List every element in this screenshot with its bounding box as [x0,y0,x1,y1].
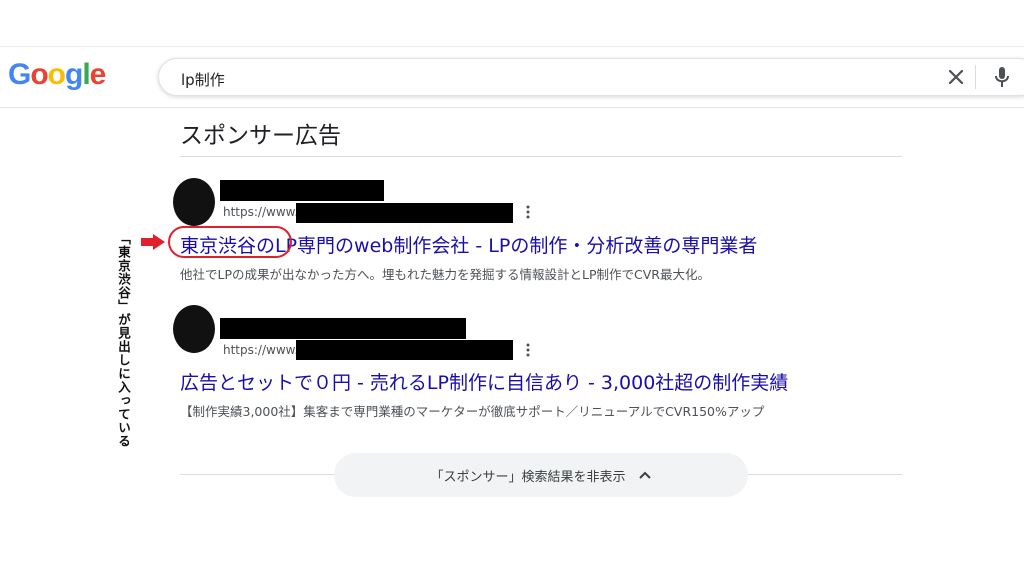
redacted-advertiser-name [220,180,384,201]
redacted-url [296,340,513,360]
ad-url[interactable]: https://www. [223,205,298,219]
ad-url[interactable]: https://www. [223,343,298,357]
search-box[interactable] [158,58,1024,96]
ad-title-rest: LP専門のweb制作会社 - LPの制作・分析改善の専門業者 [275,235,758,257]
advertiser-favicon[interactable] [173,178,215,226]
section-divider [180,156,902,157]
hide-button-label: 「スポンサー」検索結果を非表示 [430,469,626,485]
advertiser-favicon[interactable] [173,305,215,353]
more-vert-icon[interactable] [524,342,532,358]
redacted-url [296,203,513,223]
chevron-up-icon [638,471,651,479]
ad-description: 他社でLPの成果が出なかった方へ。埋もれた魅力を発掘する情報設計とLP制作でCV… [180,267,710,282]
close-icon[interactable] [945,66,967,88]
ad-title-link[interactable]: 広告とセットで０円 - 売れるLP制作に自信あり - 3,000社超の制作実績 [180,368,788,395]
more-vert-icon[interactable] [524,204,532,220]
redacted-advertiser-name [220,318,466,339]
hide-sponsored-results-button[interactable]: 「スポンサー」検索結果を非表示 [334,453,748,497]
highlight-ring [168,226,292,258]
search-input[interactable] [179,66,903,92]
ad-description: 【制作実績3,000社】集客まで専門業種のマーケターが徹底サポート／リニューアル… [180,404,765,419]
search-divider [975,65,976,89]
microphone-icon[interactable] [992,65,1012,89]
google-logo[interactable]: Google [8,58,106,92]
annotation-note: 「東京渋谷」が見出しに入っている [116,232,131,448]
right-arrow-icon [141,234,165,250]
sponsored-section-title: スポンサー広告 [180,123,341,149]
